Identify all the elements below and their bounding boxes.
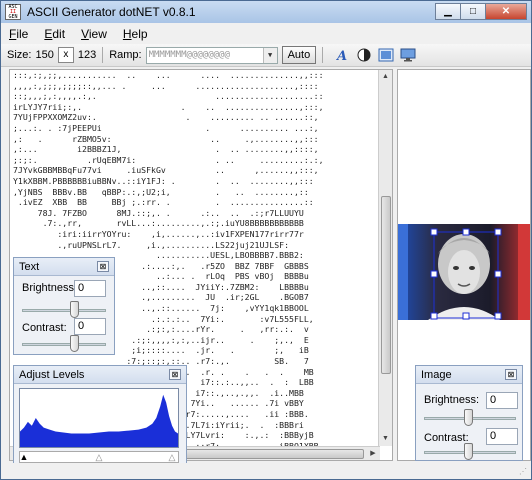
text-panel: Text ⊠ Brightness: 0 Contrast: 0	[13, 257, 115, 355]
ascii-line: ;:;:. .rUqEBM7i: . .. .........:.:,	[13, 154, 324, 165]
image-brightness-field[interactable]: 0	[486, 392, 518, 409]
app-icon-line: GEN	[8, 13, 18, 20]
slider-thumb[interactable]	[70, 335, 79, 352]
ascii-line: ::;,,,;,:,,,,.:,. ....................::	[13, 91, 324, 102]
vertical-scroll-thumb[interactable]	[381, 196, 391, 374]
ascii-line: Y1kXBBM.PBBBBBBiuBBNv..::iY1FJ: . . .. .…	[13, 175, 314, 186]
levels-panel-header[interactable]: Adjust Levels ⊠	[14, 366, 186, 384]
image-window-icon[interactable]	[377, 46, 395, 64]
adjust-levels-panel: Adjust Levels ⊠ ▲ △ △	[13, 365, 187, 469]
title-bar[interactable]: ASC II GEN ASCII Generator dotNET v0.8.1…	[1, 1, 531, 23]
levels-panel-close-icon[interactable]: ⊠	[169, 369, 181, 380]
text-brightness-field[interactable]: 0	[74, 280, 106, 297]
source-image-preview[interactable]	[398, 224, 530, 320]
text-brightness-label: Brightness:	[22, 282, 78, 294]
ascii-line: .ivEZ XBB BB BBj ;.:rr. . . ............…	[13, 197, 314, 208]
chevron-down-icon[interactable]: ▼	[262, 47, 277, 63]
ascii-line: :::,:;,;;,........... .. ... .... ......…	[13, 70, 324, 80]
scroll-up-icon[interactable]: ▲	[379, 70, 392, 84]
scroll-right-icon[interactable]: ▶	[366, 447, 380, 460]
text-contrast-slider[interactable]	[22, 334, 106, 354]
histogram	[19, 388, 179, 448]
menu-file[interactable]: File	[1, 27, 36, 41]
slider-track	[22, 309, 106, 312]
ascii-line: ;...:. . :7jPEEPUi . .......... ...:,	[13, 122, 319, 133]
app-window: ASC II GEN ASCII Generator dotNET v0.8.1…	[0, 0, 532, 480]
levels-slider[interactable]: ▲ △ △	[19, 451, 179, 463]
ascii-line: ,,,,:,;;;,;;;;::,,... . ... ............…	[13, 80, 319, 91]
slider-thumb[interactable]	[464, 443, 473, 460]
menu-edit[interactable]: Edit	[36, 27, 73, 41]
ascii-line: 78J. 7FZBO 8MJ.::;,. . .:.. .. .:;r7LLUU…	[13, 207, 304, 218]
app-icon: ASC II GEN	[5, 4, 21, 20]
black-point-handle[interactable]: ▲	[19, 452, 29, 462]
minimize-icon: ▁	[444, 6, 452, 17]
ascii-line: ,:... i2BBBZ1J, . .. ........,,::::,	[13, 144, 319, 155]
maximize-icon: □	[469, 6, 477, 17]
size-label: Size:	[7, 49, 32, 61]
height-field[interactable]: 123	[78, 49, 96, 61]
ascii-line: .7:.,rr, rvLL...:.........,.:;.iuYU8BBBB…	[13, 218, 304, 229]
levels-panel-title: Adjust Levels	[19, 368, 85, 381]
window-title: ASCII Generator dotNET v0.8.1	[27, 5, 196, 19]
auto-button[interactable]: Auto	[281, 46, 317, 64]
ascii-line: ,YjNBS BBBv.BB qBBP:.:,;U2;i, . .. .....…	[13, 186, 309, 197]
text-brightness-slider[interactable]	[22, 300, 106, 320]
image-panel-header[interactable]: Image ⊠	[416, 366, 522, 384]
menu-view[interactable]: View	[73, 27, 115, 41]
menu-help[interactable]: Help	[115, 27, 156, 41]
midpoint-handle[interactable]: △	[94, 452, 104, 462]
text-contrast-field[interactable]: 0	[74, 318, 106, 335]
text-panel-close-icon[interactable]: ⊠	[97, 261, 109, 272]
slider-thumb[interactable]	[70, 301, 79, 318]
status-bar: ⋰	[1, 463, 531, 479]
ascii-line: 7YUjFPPXXOMZ2uv:. . ......... .. ......:…	[13, 112, 319, 123]
close-button[interactable]: ✕	[485, 3, 527, 20]
monitor-icon[interactable]	[399, 46, 417, 64]
contrast-icon[interactable]	[355, 46, 373, 64]
resize-grip-icon[interactable]: ⋰	[519, 467, 529, 477]
slider-thumb[interactable]	[464, 409, 473, 426]
lock-ratio-button[interactable]: x	[57, 47, 74, 63]
minimize-button[interactable]: ▁	[435, 3, 461, 20]
slider-track	[22, 343, 106, 346]
image-brightness-label: Brightness:	[424, 394, 480, 406]
image-brightness-slider[interactable]	[424, 408, 516, 428]
white-point-handle[interactable]: △	[167, 452, 177, 462]
image-panel-close-icon[interactable]: ⊠	[505, 369, 517, 380]
ascii-line: 7JYvkGBBMBBqFu77vi .iuSFkGv .. ,......,,…	[13, 165, 319, 176]
toolbar-separator	[102, 47, 104, 63]
menu-bar: File Edit View Help	[1, 24, 531, 44]
font-icon[interactable]: A	[333, 46, 351, 64]
image-panel: Image ⊠ Brightness: 0 Contrast: 0	[415, 365, 523, 461]
ramp-value: MMMMMMM@@@@@@@@	[148, 50, 230, 60]
scroll-down-icon[interactable]: ▼	[379, 432, 392, 446]
text-contrast-label: Contrast:	[22, 322, 67, 334]
maximize-button[interactable]: □	[460, 3, 486, 20]
text-panel-title: Text	[19, 260, 40, 273]
text-panel-header[interactable]: Text ⊠	[14, 258, 114, 276]
toolbar-separator	[322, 47, 324, 63]
image-panel-title: Image	[421, 368, 452, 381]
ascii-line: :iri:iirrYOYru: ,i,......,..:iv1FXPEN177…	[13, 228, 304, 239]
window-controls: ▁ □ ✕	[435, 3, 527, 20]
ascii-line: .,ruUPNSLrL7. ,i.,..........LS22juj21UJL…	[13, 239, 290, 250]
width-field[interactable]: 150	[35, 49, 53, 61]
toolbar: Size: 150 x 123 Ramp: MMMMMMM@@@@@@@@ ▼ …	[1, 44, 531, 67]
ramp-combobox[interactable]: MMMMMMM@@@@@@@@ ▼	[145, 46, 278, 64]
svg-text:A: A	[335, 49, 347, 62]
close-icon: ✕	[501, 6, 511, 17]
ascii-line: ,: . rZBMO5v: .. .,........,,:::	[13, 133, 319, 144]
image-contrast-slider[interactable]	[424, 442, 516, 462]
ascii-line: irLYJY7rii;:,. . .. ...............,:::,	[13, 101, 324, 112]
vertical-scrollbar[interactable]: ▲ ▼	[378, 70, 392, 446]
ramp-label: Ramp:	[109, 49, 142, 61]
